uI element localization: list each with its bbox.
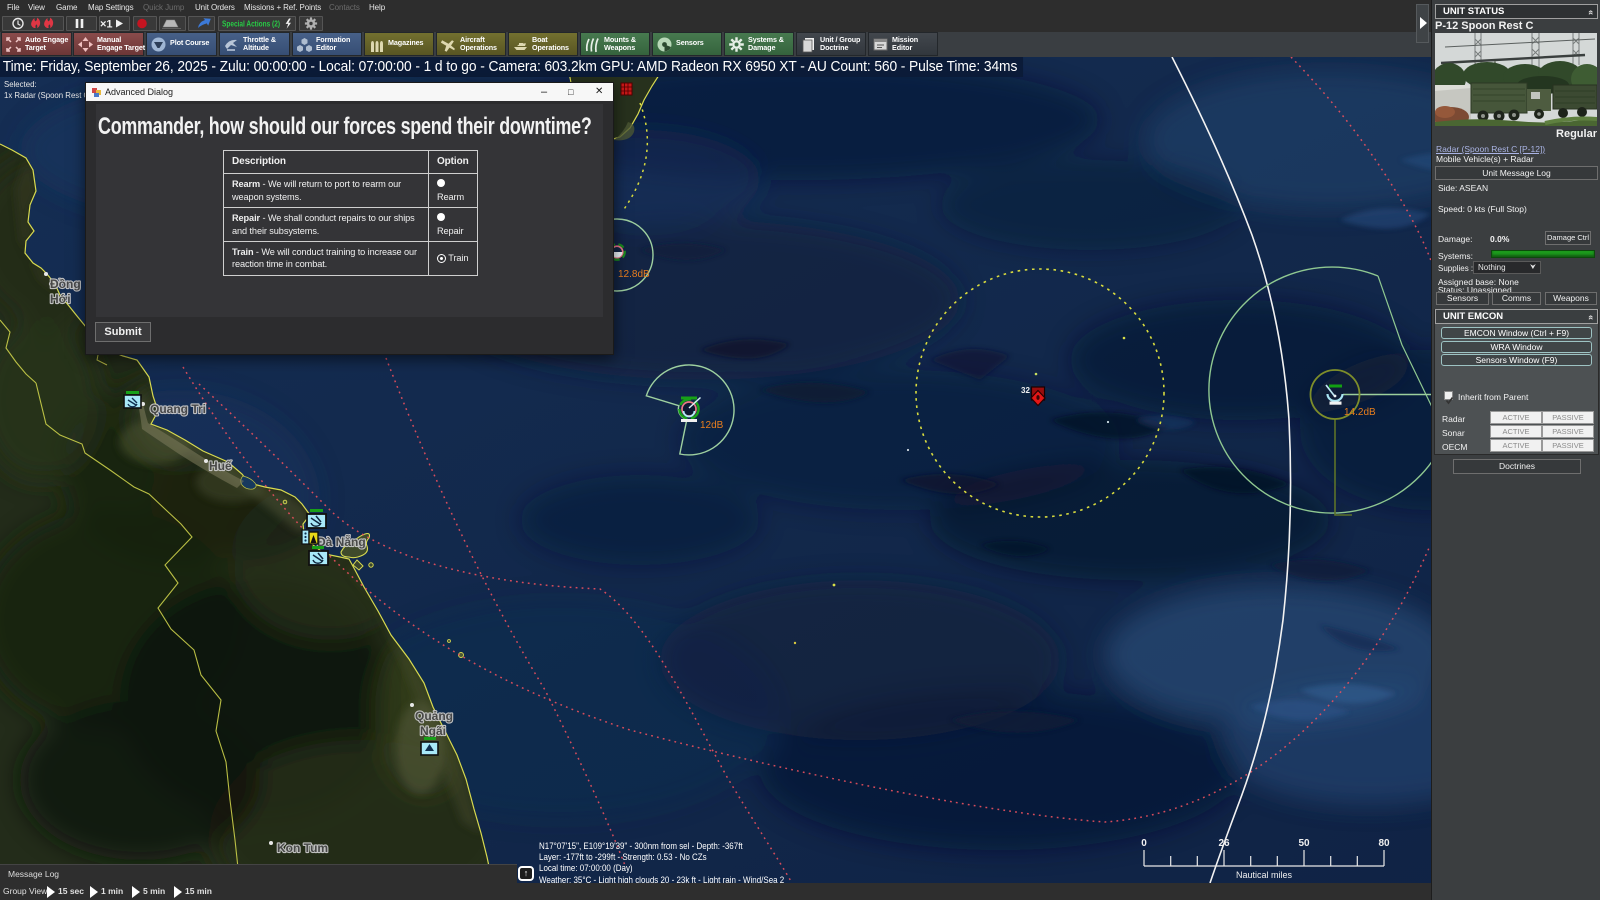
svg-text:80: 80 [1378, 838, 1390, 849]
svg-text:Huế: Huế [209, 459, 232, 473]
svg-text:12dB: 12dB [700, 420, 724, 431]
svg-text:×1: ×1 [100, 19, 113, 31]
svg-text:0: 0 [1141, 838, 1147, 849]
svg-text:Ngãi: Ngãi [420, 724, 446, 738]
svg-text:50: 50 [1298, 838, 1310, 849]
svg-text:Nautical miles: Nautical miles [1236, 870, 1293, 880]
svg-text:Quang Tri: Quang Tri [150, 402, 206, 416]
svg-text:26: 26 [1218, 838, 1230, 849]
svg-text:Đà Nẵng: Đà Nẵng [317, 534, 366, 549]
svg-text:Quảng: Quảng [415, 709, 453, 723]
svg-text:32: 32 [1021, 386, 1030, 395]
svg-text:12.8dB: 12.8dB [618, 269, 650, 280]
svg-text:14.2dB: 14.2dB [1344, 407, 1376, 418]
svg-text:Kon Tum: Kon Tum [277, 841, 328, 855]
svg-text:Đồng: Đồng [50, 277, 81, 291]
svg-text:Special Actions (2): Special Actions (2) [222, 19, 280, 29]
svg-text:Hới: Hới [50, 292, 71, 306]
